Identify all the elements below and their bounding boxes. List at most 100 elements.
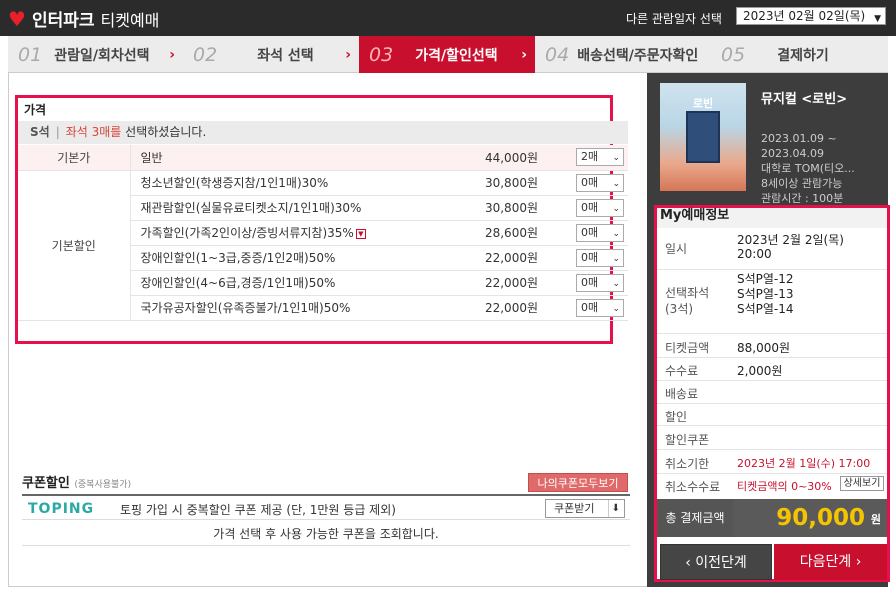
chevron-right-icon: › <box>345 46 351 63</box>
price-table: 기본가 일반 44,000원 2매 ⌄ 기본할인 청소년할인(학생증지참/1인1매… <box>18 145 628 321</box>
discount-label: 할인 <box>665 410 688 424</box>
heart-icon: ♥ <box>8 6 26 31</box>
chevron-right-icon: › <box>855 554 862 570</box>
price-title: 가격 <box>24 103 47 117</box>
price-name: 재관람할인(실물유료티켓소지/1인1매)30% <box>130 195 458 221</box>
step-2[interactable]: 02 좌석 선택 › <box>183 36 359 73</box>
show-title: 뮤지컬 <로빈> <box>761 92 848 107</box>
next-step-button[interactable]: 다음단계 › <box>774 544 887 580</box>
step-4[interactable]: 04 배송선택/주문자확인 <box>535 36 711 73</box>
date-value: 2023년 2월 2일(목) <box>737 233 844 247</box>
show-poster[interactable]: 로빈 <box>660 83 746 191</box>
chevron-right-icon: › <box>169 46 175 63</box>
chevron-down-icon: ⌄ <box>612 278 620 289</box>
get-coupon-button[interactable]: 쿠폰받기 ⬇ <box>545 499 625 518</box>
my-row-cancel-fee: 취소수수료 티켓금액의 0~30% 상세보기 <box>657 474 887 496</box>
quantity-select[interactable]: 0매 ⌄ <box>576 223 624 242</box>
cancel-deadline-value: 2023년 2월 1일(수) 17:00 <box>737 457 871 470</box>
total-row: 총 결제금액 90,000 원 <box>657 499 887 537</box>
quantity-select[interactable]: 0매 ⌄ <box>576 273 624 292</box>
show-age: 8세이상 관람가능 <box>761 177 843 190</box>
step-label: 가격/할인선택 <box>415 47 498 64</box>
price-name: 국가유공자할인(유족증불가/1인1매)50% <box>130 295 458 321</box>
total-label: 총 결제금액 <box>657 499 733 537</box>
price-row: 기본가 일반 44,000원 2매 ⌄ <box>18 145 628 171</box>
quantity-select[interactable]: 0매 ⌄ <box>576 298 624 317</box>
my-booking-title: My예매정보 <box>657 208 887 228</box>
my-coupons-button[interactable]: 나의쿠폰모두보기 <box>528 473 628 492</box>
step-3[interactable]: 03 가격/할인선택 › <box>359 36 535 73</box>
chevron-down-icon: ⌄ <box>612 178 620 189</box>
logo-sub: 티켓예매 <box>100 10 160 30</box>
step-number: 02 <box>193 43 218 66</box>
fee-value: 2,000원 <box>737 364 783 378</box>
quantity-select[interactable]: 0매 ⌄ <box>576 198 624 217</box>
price-amount: 30,800원 <box>458 195 548 221</box>
date-select-value: 2023년 02월 02일(목) <box>743 9 866 23</box>
ticket-value: 88,000원 <box>737 341 791 355</box>
price-amount: 28,600원 <box>458 220 548 246</box>
delivery-label: 배송료 <box>665 387 699 401</box>
selected-msg: 선택하셨습니다. <box>121 125 207 139</box>
info-toggle-icon[interactable]: ▼ <box>355 228 366 239</box>
my-row-date: 일시 2023년 2월 2일(목) 20:00 <box>657 228 887 270</box>
cancel-deadline-label: 취소기한 <box>665 457 710 471</box>
quantity-select[interactable]: 0매 ⌄ <box>576 248 624 267</box>
my-row-delivery: 배송료 <box>657 381 887 404</box>
total-unit: 원 <box>870 513 881 526</box>
fee-label: 수수료 <box>665 364 699 378</box>
cancel-fee-value: 티켓금액의 0~30% <box>737 480 832 493</box>
poster-title: 로빈 <box>692 97 714 110</box>
step-5[interactable]: 05 결제하기 <box>711 36 888 73</box>
my-row-coupon: 할인쿠폰 <box>657 426 887 450</box>
my-row-discount: 할인 <box>657 404 887 426</box>
coupon-label: 할인쿠폰 <box>665 433 710 447</box>
selected-count: 좌석 3매를 <box>65 125 122 139</box>
price-category: 기본할인 <box>18 170 131 321</box>
price-amount: 22,000원 <box>458 245 548 271</box>
quantity-select[interactable]: 2매 ⌄ <box>576 148 624 167</box>
logo-text: 인터파크 <box>31 11 95 31</box>
seats-label: 선택좌석 <box>665 286 710 300</box>
chevron-down-icon: ⌄ <box>612 228 620 239</box>
step-number: 04 <box>545 43 570 66</box>
seats-count: (3석) <box>665 302 694 316</box>
price-category: 기본가 <box>18 145 131 171</box>
time-value: 20:00 <box>737 247 772 261</box>
interpark-logo[interactable]: ♥ 인터파크 티켓예매 <box>8 6 160 32</box>
coupon-desc: 토핑 가입 시 중복할인 쿠폰 제공 (단, 1만원 등급 제외) <box>120 503 396 517</box>
step-1[interactable]: 01 관람일/회차선택 › <box>8 36 183 73</box>
date-select[interactable]: 2023년 02월 02일(목) ▼ <box>736 7 886 25</box>
seat-grade: S석 <box>30 125 50 139</box>
price-amount: 22,000원 <box>458 270 548 296</box>
chevron-down-icon: ⌄ <box>612 303 620 314</box>
my-row-fee: 수수료 2,000원 <box>657 358 887 381</box>
get-coupon-label: 쿠폰받기 <box>554 502 595 515</box>
step-number: 05 <box>721 43 746 66</box>
price-name: 장애인할인(1~3급,중증/1인2매)50% <box>130 245 458 271</box>
prev-step-button[interactable]: ‹ 이전단계 <box>660 544 772 580</box>
detail-button[interactable]: 상세보기 <box>840 476 884 491</box>
price-name: 청소년할인(학생증지참/1인1매)30% <box>130 170 458 196</box>
price-name: 장애인할인(4~6급,경증/1인1매)50% <box>130 270 458 296</box>
coupon-title-sub: (중복사용불가) <box>74 480 132 490</box>
prev-step-label: 이전단계 <box>695 555 747 571</box>
price-amount: 22,000원 <box>458 295 548 321</box>
my-row-ticket: 티켓금액 88,000원 <box>657 334 887 358</box>
price-row: 기본할인 청소년할인(학생증지참/1인1매)30% 30,800원 0매 ⌄ <box>18 170 628 321</box>
quantity-select[interactable]: 0매 ⌄ <box>576 173 624 192</box>
date-label: 일시 <box>665 242 688 256</box>
coupon-note: 가격 선택 후 사용 가능한 쿠폰을 조회합니다. <box>22 522 630 546</box>
step-label: 관람일/회차선택 <box>54 47 150 64</box>
my-row-cancel-deadline: 취소기한 2023년 2월 1일(수) 17:00 <box>657 450 887 474</box>
chevron-down-icon: ⌄ <box>612 253 620 264</box>
show-period-end: 2023.04.09 <box>761 147 824 160</box>
ticket-label: 티켓금액 <box>665 341 710 355</box>
chevron-right-icon: › <box>521 46 527 63</box>
my-row-seats: 선택좌석 (3석) S석P열-12 S석P열-13 S석P열-14 <box>657 270 887 334</box>
seat-grade-bar: S석 | 좌석 3매를 선택하셨습니다. <box>18 121 628 144</box>
toping-logo: TOPING <box>28 501 95 517</box>
poster-window-art <box>686 111 720 163</box>
total-amount: 90,000 원 <box>733 499 887 537</box>
chevron-down-icon: ⌄ <box>612 203 620 214</box>
